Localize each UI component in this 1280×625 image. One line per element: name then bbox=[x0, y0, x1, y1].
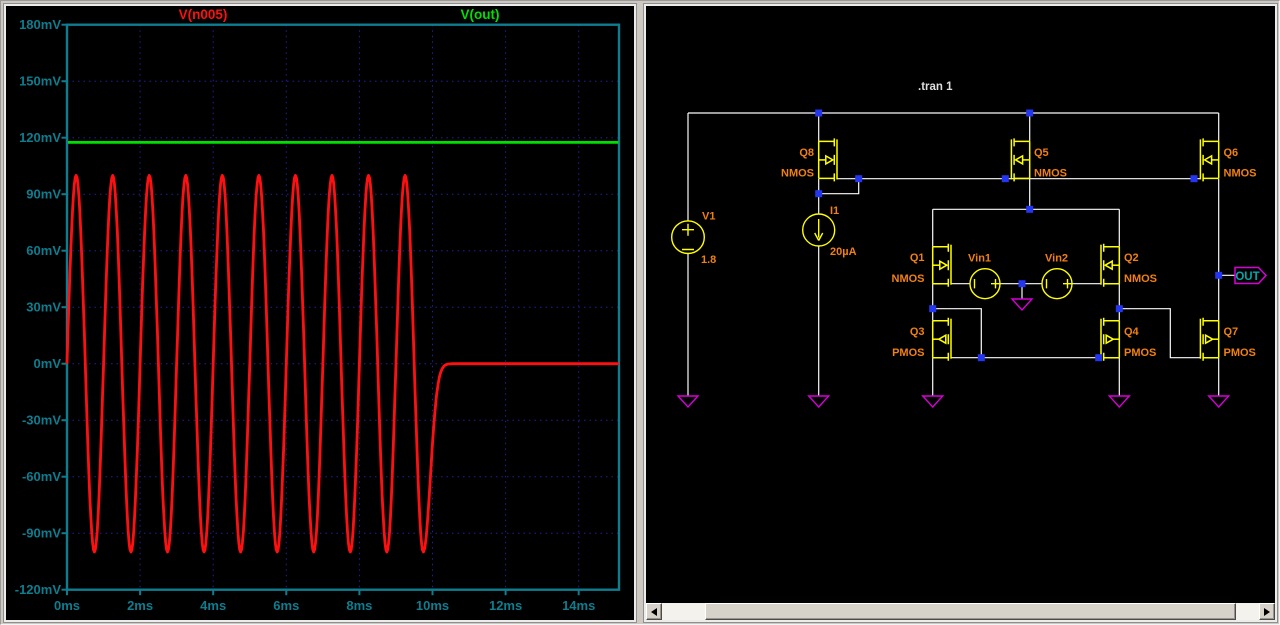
label-V1[interactable]: V1 bbox=[702, 211, 715, 223]
transistor-ref-Q3[interactable]: Q3 bbox=[910, 326, 925, 338]
x-tick-label: 4ms bbox=[200, 598, 226, 613]
x-tick-label: 6ms bbox=[273, 598, 299, 613]
scroll-right-button[interactable] bbox=[1259, 603, 1275, 620]
transistor-model-Q6[interactable]: NMOS bbox=[1224, 168, 1257, 180]
schematic-background bbox=[646, 6, 1275, 603]
junction-node bbox=[855, 175, 863, 183]
tran-directive[interactable]: .tran 1 bbox=[918, 81, 953, 93]
transistor-model-Q2[interactable]: NMOS bbox=[1124, 273, 1157, 285]
horizontal-scrollbar[interactable] bbox=[646, 603, 1275, 620]
ltspice-window: 180mV 150mV 120mV 90mV 60mV 30mV 0mV -30mV -60mV… bbox=[0, 0, 1280, 625]
junction-node bbox=[1095, 354, 1103, 362]
y-tick-label: 0mV bbox=[34, 356, 62, 371]
transistor-ref-Q2[interactable]: Q2 bbox=[1124, 252, 1139, 264]
x-tick-label: 10ms bbox=[416, 598, 449, 613]
trace-label-vn005[interactable]: V(n005) bbox=[179, 7, 228, 22]
scrollbar-thumb[interactable] bbox=[705, 603, 1236, 620]
waveform-plot[interactable]: 180mV 150mV 120mV 90mV 60mV 30mV 0mV -30mV -60mV… bbox=[6, 6, 634, 620]
transistor-model-Q7[interactable]: PMOS bbox=[1224, 347, 1256, 359]
transistor-ref-Q5[interactable]: Q5 bbox=[1034, 147, 1049, 159]
x-tick-label: 0ms bbox=[54, 598, 80, 613]
junction-node bbox=[929, 305, 937, 313]
transistor-model-Q3[interactable]: PMOS bbox=[892, 347, 924, 359]
out-port-label[interactable]: OUT bbox=[1235, 271, 1259, 283]
y-tick-label: 120mV bbox=[19, 130, 61, 145]
value-I1[interactable]: 20µA bbox=[830, 246, 857, 258]
y-tick-label: -90mV bbox=[22, 526, 61, 541]
x-tick-label: 12ms bbox=[489, 598, 522, 613]
right-arrow-icon bbox=[1264, 607, 1270, 616]
junction-node bbox=[815, 190, 823, 198]
transistor-model-Q1[interactable]: NMOS bbox=[892, 273, 925, 285]
transistor-model-Q8[interactable]: NMOS bbox=[781, 168, 814, 180]
transistor-model-Q5[interactable]: NMOS bbox=[1034, 168, 1067, 180]
scroll-left-button[interactable] bbox=[646, 603, 662, 620]
junction-node bbox=[1215, 271, 1223, 279]
left-arrow-icon bbox=[651, 607, 657, 616]
trace-label-vout[interactable]: V(out) bbox=[461, 7, 500, 22]
y-tick-label: 150mV bbox=[19, 74, 61, 89]
junction-node bbox=[977, 354, 985, 362]
transistor-ref-Q8[interactable]: Q8 bbox=[799, 147, 814, 159]
value-V1[interactable]: 1.8 bbox=[701, 254, 716, 266]
y-tick-label: -120mV bbox=[15, 582, 62, 597]
plot-background bbox=[6, 6, 634, 620]
transistor-ref-Q1[interactable]: Q1 bbox=[910, 252, 925, 264]
junction-node bbox=[1190, 175, 1198, 183]
y-tick-label: 90mV bbox=[26, 187, 61, 202]
y-tick-label: 60mV bbox=[26, 243, 61, 258]
transistor-ref-Q6[interactable]: Q6 bbox=[1224, 147, 1239, 159]
junction-node bbox=[1026, 205, 1034, 213]
transistor-ref-Q4[interactable]: Q4 bbox=[1124, 326, 1140, 338]
junction-node bbox=[815, 109, 823, 117]
junction-node bbox=[1001, 175, 1009, 183]
y-tick-label: 180mV bbox=[19, 17, 61, 32]
label-Vin1[interactable]: Vin1 bbox=[968, 253, 991, 265]
x-tick-label: 8ms bbox=[346, 598, 372, 613]
waveform-panel[interactable]: 180mV 150mV 120mV 90mV 60mV 30mV 0mV -30mV -60mV… bbox=[4, 4, 636, 622]
transistor-model-Q4[interactable]: PMOS bbox=[1124, 347, 1156, 359]
y-tick-label: 30mV bbox=[26, 300, 61, 315]
x-tick-label: 14ms bbox=[562, 598, 595, 613]
label-Vin2[interactable]: Vin2 bbox=[1045, 253, 1068, 265]
y-tick-label: -60mV bbox=[22, 469, 61, 484]
y-tick-label: -30mV bbox=[22, 413, 61, 428]
x-tick-label: 2ms bbox=[127, 598, 153, 613]
schematic-canvas[interactable]: Q8 NMOS Q5 NMOS Q6 NMOS Q1 NMOS Q2 NMOS Q3 PMOS Q4 PM… bbox=[646, 6, 1275, 603]
junction-node bbox=[1018, 280, 1026, 288]
label-I1[interactable]: I1 bbox=[830, 205, 839, 217]
transistor-ref-Q7[interactable]: Q7 bbox=[1224, 326, 1239, 338]
schematic-panel[interactable]: Q8 NMOS Q5 NMOS Q6 NMOS Q1 NMOS Q2 NMOS Q3 PMOS Q4 PM… bbox=[644, 4, 1277, 622]
junction-node bbox=[1115, 305, 1123, 313]
junction-node bbox=[1026, 109, 1034, 117]
